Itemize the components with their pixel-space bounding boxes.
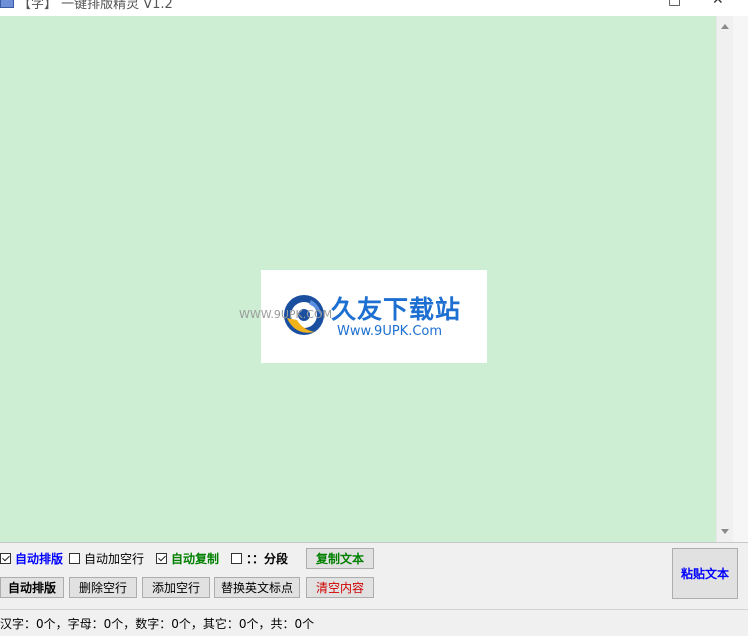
close-button[interactable]: ✕ bbox=[712, 0, 724, 8]
auto-format-label: 自动排版 bbox=[15, 551, 64, 566]
window-edge bbox=[733, 16, 748, 542]
app-icon bbox=[0, 0, 14, 8]
option-paragraph[interactable]: ：：分段 bbox=[231, 549, 288, 567]
add-blank-lines-button[interactable]: 添加空行 bbox=[142, 577, 210, 598]
window-title: 【字】 一键排版精灵 V1.2 bbox=[18, 0, 173, 12]
delete-blank-lines-button[interactable]: 删除空行 bbox=[69, 577, 137, 598]
option-auto-add-blank[interactable]: 自动加空行 bbox=[69, 549, 144, 567]
auto-format-checkbox[interactable] bbox=[0, 552, 11, 564]
option-auto-format[interactable]: 自动排版 bbox=[0, 549, 63, 567]
watermark-title: 久友下载站 bbox=[331, 295, 462, 324]
status-counts: 汉字：0个，字母：0个，数字：0个，其它：0个，共：0个 bbox=[0, 617, 315, 631]
maximize-button[interactable]: □ bbox=[668, 0, 681, 8]
paste-text-button[interactable]: 粘贴文本 bbox=[672, 548, 738, 599]
auto-copy-label: 自动复制 bbox=[171, 551, 220, 566]
paragraph-checkbox[interactable] bbox=[231, 552, 242, 564]
watermark-url: Www.9UPK.Com bbox=[337, 324, 443, 339]
editor-container: 久友下载站 Www.9UPK.Com WWW.9UPK.COM bbox=[0, 16, 748, 543]
clear-content-button[interactable]: 清空内容 bbox=[306, 577, 374, 598]
scroll-up-arrow-icon[interactable] bbox=[721, 24, 729, 29]
watermark: 久友下载站 Www.9UPK.Com WWW.9UPK.COM bbox=[239, 270, 487, 363]
status-bar: 汉字：0个，字母：0个，数字：0个，其它：0个，共：0个 bbox=[0, 609, 748, 636]
scroll-down-arrow-icon[interactable] bbox=[721, 529, 729, 534]
title-bar: 【字】 一键排版精灵 V1.2 □ ✕ bbox=[0, 0, 748, 16]
watermark-small-url: WWW.9UPK.COM bbox=[239, 308, 333, 321]
auto-copy-checkbox[interactable] bbox=[156, 552, 167, 564]
option-auto-copy[interactable]: 自动复制 bbox=[156, 549, 219, 567]
copy-text-button[interactable]: 复制文本 bbox=[306, 548, 374, 569]
auto-format-button[interactable]: 自动排版 bbox=[0, 577, 64, 598]
auto-add-blank-label: 自动加空行 bbox=[84, 551, 145, 566]
auto-add-blank-checkbox[interactable] bbox=[69, 552, 80, 564]
vertical-scrollbar[interactable] bbox=[716, 16, 734, 542]
replace-punctuation-button[interactable]: 替换英文标点 bbox=[214, 577, 300, 598]
paragraph-label: ：：分段 bbox=[246, 551, 289, 566]
